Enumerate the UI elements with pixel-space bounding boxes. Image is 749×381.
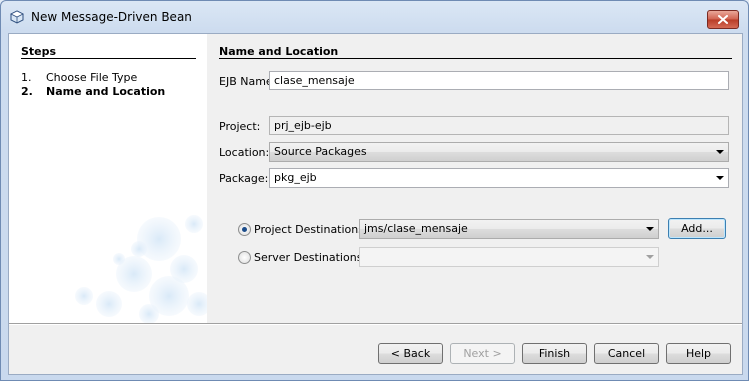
dialog-window: New Message-Driven Bean Steps 1. Choose …	[0, 0, 749, 381]
project-destinations-dropdown[interactable]: jms/clase_mensaje	[359, 219, 659, 239]
help-button[interactable]: Help	[666, 343, 731, 364]
chevron-down-icon	[716, 176, 724, 180]
location-dropdown[interactable]: Source Packages	[269, 142, 729, 162]
server-destinations-radio[interactable]	[238, 251, 251, 264]
title-bar[interactable]: New Message-Driven Bean	[1, 1, 748, 32]
step-label: Choose File Type	[46, 71, 138, 84]
steps-panel: Steps 1. Choose File Type 2. Name and Loca…	[9, 34, 207, 323]
section-divider	[219, 58, 732, 59]
project-label: Project:	[219, 120, 261, 133]
form-panel: Name and Location EJB Name: clase_mensaj…	[207, 34, 742, 323]
location-value: Source Packages	[274, 145, 367, 158]
package-combobox[interactable]: pkg_ejb	[269, 168, 729, 188]
step-number: 2.	[21, 85, 33, 98]
project-destinations-radio[interactable]	[238, 223, 251, 236]
project-destinations-label: Project Destinations:	[254, 223, 368, 236]
package-value: pkg_ejb	[274, 171, 317, 184]
finish-button[interactable]: Finish	[522, 343, 587, 364]
chevron-down-icon	[646, 255, 654, 259]
step-number: 1.	[21, 71, 32, 84]
dialog-content: Steps 1. Choose File Type 2. Name and Loca…	[8, 33, 743, 375]
close-button[interactable]	[707, 10, 739, 29]
footer-divider-highlight	[9, 324, 742, 325]
window-title: New Message-Driven Bean	[31, 10, 192, 24]
package-label: Package:	[219, 172, 269, 185]
ejb-name-label: EJB Name:	[219, 75, 277, 88]
steps-divider	[21, 58, 196, 59]
netbeans-bean-icon	[10, 10, 24, 24]
close-icon	[718, 15, 728, 24]
next-button: Next >	[450, 343, 515, 364]
project-destinations-value: jms/clase_mensaje	[364, 222, 468, 235]
project-field: prj_ejb-ejb	[269, 116, 729, 135]
step-item-name-and-location: 2. Name and Location	[21, 85, 165, 98]
chevron-down-icon	[716, 150, 724, 154]
back-button[interactable]: < Back	[378, 343, 443, 364]
server-destinations-dropdown	[359, 247, 659, 267]
section-title: Name and Location	[219, 45, 339, 58]
step-label: Name and Location	[46, 85, 166, 98]
steps-title: Steps	[21, 45, 57, 58]
location-label: Location:	[219, 146, 270, 159]
step-item-choose-file-type: 1. Choose File Type	[21, 71, 137, 84]
server-destinations-label: Server Destinations:	[254, 251, 367, 264]
chevron-down-icon	[646, 227, 654, 231]
cancel-button[interactable]: Cancel	[594, 343, 659, 364]
ejb-name-input[interactable]: clase_mensaje	[269, 71, 729, 90]
add-destination-button[interactable]: Add...	[668, 218, 726, 239]
